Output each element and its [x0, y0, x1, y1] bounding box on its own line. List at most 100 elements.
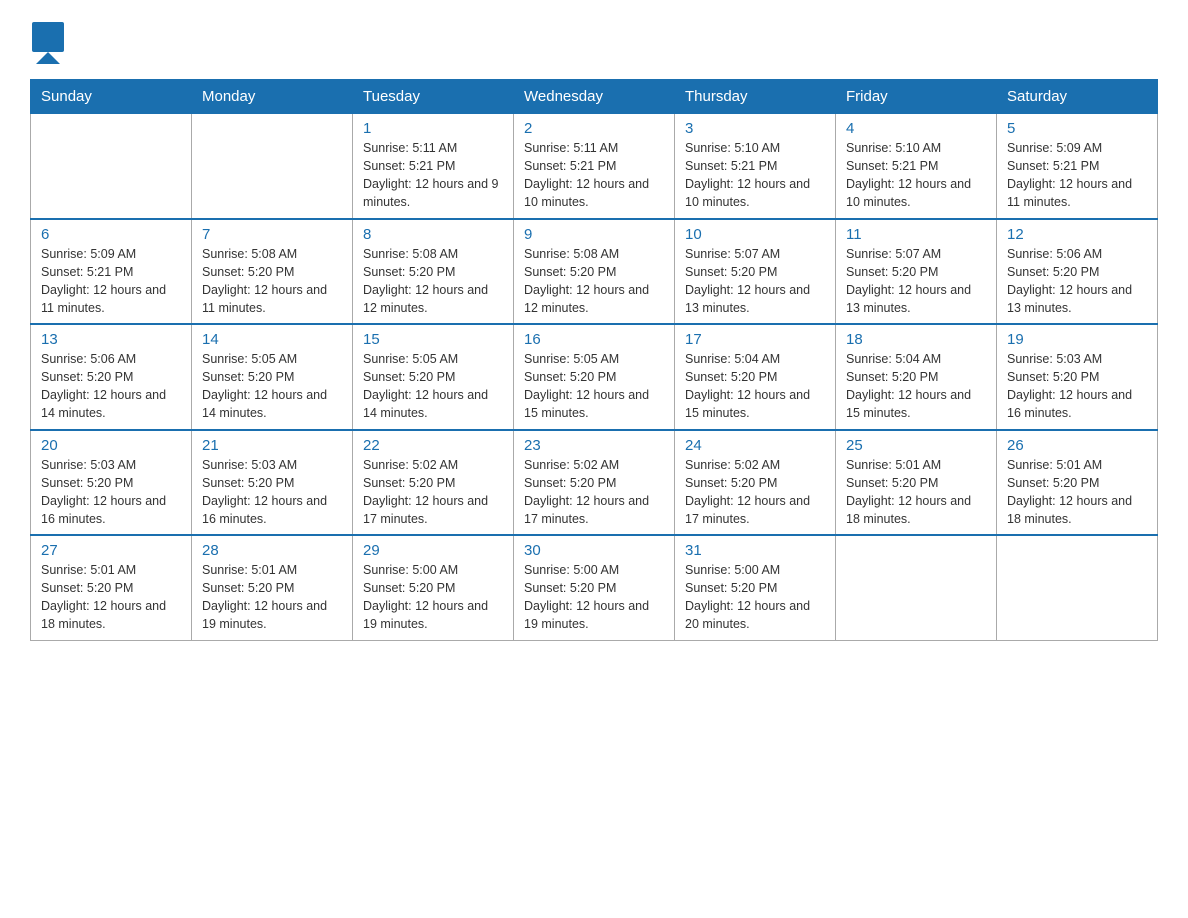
weekday-header-row: SundayMondayTuesdayWednesdayThursdayFrid… [31, 80, 1158, 114]
day-number: 22 [363, 437, 503, 454]
day-number: 8 [363, 226, 503, 243]
day-info: Sunrise: 5:04 AM Sunset: 5:20 PM Dayligh… [685, 352, 810, 420]
calendar-cell: 6 Sunrise: 5:09 AM Sunset: 5:21 PM Daylig… [31, 219, 192, 325]
calendar-cell [836, 535, 997, 640]
calendar-cell: 18Sunrise: 5:04 AM Sunset: 5:20 PM Dayli… [836, 324, 997, 430]
day-info: Sunrise: 5:06 AM Sunset: 5:20 PM Dayligh… [1007, 247, 1132, 315]
day-info: Sunrise: 5:08 AM Sunset: 5:20 PM Dayligh… [363, 247, 488, 315]
day-info: Sunrise: 5:03 AM Sunset: 5:20 PM Dayligh… [1007, 352, 1132, 420]
calendar-cell: 12 Sunrise: 5:06 AM Sunset: 5:20 PM Dayli… [997, 219, 1158, 325]
calendar-cell [31, 114, 192, 219]
day-info: Sunrise: 5:08 AM Sunset: 5:20 PM Dayligh… [202, 247, 327, 315]
calendar-cell: 22 Sunrise: 5:02 AM Sunset: 5:20 PM Dayli… [353, 430, 514, 536]
day-number: 17 [685, 331, 825, 348]
day-info: Sunrise: 5:11 AM Sunset: 5:21 PM Dayligh… [524, 141, 649, 209]
day-info: Sunrise: 5:10 AM Sunset: 5:21 PM Dayligh… [685, 141, 810, 209]
day-number: 23 [524, 437, 664, 454]
day-number: 5 [1007, 120, 1147, 137]
day-number: 24 [685, 437, 825, 454]
calendar-cell: 13 Sunrise: 5:06 AM Sunset: 5:20 PM Dayli… [31, 324, 192, 430]
day-info: Sunrise: 5:01 AM Sunset: 5:20 PM Dayligh… [1007, 458, 1132, 526]
weekday-header-sunday: Sunday [31, 80, 192, 114]
day-number: 4 [846, 120, 986, 137]
calendar-cell: 24 Sunrise: 5:02 AM Sunset: 5:20 PM Dayli… [675, 430, 836, 536]
calendar-cell: 17 Sunrise: 5:04 AM Sunset: 5:20 PM Dayli… [675, 324, 836, 430]
calendar-cell: 28 Sunrise: 5:01 AM Sunset: 5:20 PM Dayli… [192, 535, 353, 640]
calendar-cell: 20 Sunrise: 5:03 AM Sunset: 5:20 PM Dayli… [31, 430, 192, 536]
day-info: Sunrise: 5:03 AM Sunset: 5:20 PM Dayligh… [202, 458, 327, 526]
day-number: 7 [202, 226, 342, 243]
calendar-week-row: 13 Sunrise: 5:06 AM Sunset: 5:20 PM Dayli… [31, 324, 1158, 430]
logo-icon [30, 20, 66, 69]
day-number: 1 [363, 120, 503, 137]
day-info: Sunrise: 5:07 AM Sunset: 5:20 PM Dayligh… [846, 247, 971, 315]
calendar-table: SundayMondayTuesdayWednesdayThursdayFrid… [30, 79, 1158, 641]
day-number: 11 [846, 226, 986, 243]
day-number: 14 [202, 331, 342, 348]
day-info: Sunrise: 5:00 AM Sunset: 5:20 PM Dayligh… [685, 563, 810, 631]
calendar-week-row: 27 Sunrise: 5:01 AM Sunset: 5:20 PM Dayli… [31, 535, 1158, 640]
calendar-cell: 2 Sunrise: 5:11 AM Sunset: 5:21 PM Daylig… [514, 114, 675, 219]
day-info: Sunrise: 5:02 AM Sunset: 5:20 PM Dayligh… [363, 458, 488, 526]
day-number: 21 [202, 437, 342, 454]
weekday-header-thursday: Thursday [675, 80, 836, 114]
calendar-cell [997, 535, 1158, 640]
logo [30, 20, 70, 69]
calendar-cell: 8 Sunrise: 5:08 AM Sunset: 5:20 PM Daylig… [353, 219, 514, 325]
calendar-cell: 25Sunrise: 5:01 AM Sunset: 5:20 PM Dayli… [836, 430, 997, 536]
day-number: 27 [41, 542, 181, 559]
day-info: Sunrise: 5:09 AM Sunset: 5:21 PM Dayligh… [1007, 141, 1132, 209]
day-number: 31 [685, 542, 825, 559]
day-info: Sunrise: 5:01 AM Sunset: 5:20 PM Dayligh… [202, 563, 327, 631]
day-info: Sunrise: 5:05 AM Sunset: 5:20 PM Dayligh… [363, 352, 488, 420]
day-number: 29 [363, 542, 503, 559]
day-info: Sunrise: 5:02 AM Sunset: 5:20 PM Dayligh… [524, 458, 649, 526]
day-number: 16 [524, 331, 664, 348]
calendar-cell: 11 Sunrise: 5:07 AM Sunset: 5:20 PM Dayli… [836, 219, 997, 325]
calendar-cell: 1 Sunrise: 5:11 AM Sunset: 5:21 PM Daylig… [353, 114, 514, 219]
calendar-cell: 5 Sunrise: 5:09 AM Sunset: 5:21 PM Daylig… [997, 114, 1158, 219]
day-info: Sunrise: 5:09 AM Sunset: 5:21 PM Dayligh… [41, 247, 166, 315]
day-info: Sunrise: 5:02 AM Sunset: 5:20 PM Dayligh… [685, 458, 810, 526]
day-number: 12 [1007, 226, 1147, 243]
calendar-cell: 30Sunrise: 5:00 AM Sunset: 5:20 PM Dayli… [514, 535, 675, 640]
calendar-cell: 27 Sunrise: 5:01 AM Sunset: 5:20 PM Dayli… [31, 535, 192, 640]
calendar-week-row: 6 Sunrise: 5:09 AM Sunset: 5:21 PM Daylig… [31, 219, 1158, 325]
day-info: Sunrise: 5:06 AM Sunset: 5:20 PM Dayligh… [41, 352, 166, 420]
day-number: 15 [363, 331, 503, 348]
calendar-week-row: 1 Sunrise: 5:11 AM Sunset: 5:21 PM Daylig… [31, 114, 1158, 219]
day-info: Sunrise: 5:05 AM Sunset: 5:20 PM Dayligh… [524, 352, 649, 420]
day-info: Sunrise: 5:10 AM Sunset: 5:21 PM Dayligh… [846, 141, 971, 209]
calendar-cell [192, 114, 353, 219]
calendar-cell: 14 Sunrise: 5:05 AM Sunset: 5:20 PM Dayli… [192, 324, 353, 430]
calendar-cell: 15 Sunrise: 5:05 AM Sunset: 5:20 PM Dayli… [353, 324, 514, 430]
page-header [30, 20, 1158, 69]
weekday-header-wednesday: Wednesday [514, 80, 675, 114]
day-info: Sunrise: 5:03 AM Sunset: 5:20 PM Dayligh… [41, 458, 166, 526]
day-number: 19 [1007, 331, 1147, 348]
weekday-header-tuesday: Tuesday [353, 80, 514, 114]
day-number: 2 [524, 120, 664, 137]
day-number: 20 [41, 437, 181, 454]
day-info: Sunrise: 5:05 AM Sunset: 5:20 PM Dayligh… [202, 352, 327, 420]
day-info: Sunrise: 5:00 AM Sunset: 5:20 PM Dayligh… [524, 563, 649, 631]
day-number: 6 [41, 226, 181, 243]
weekday-header-monday: Monday [192, 80, 353, 114]
calendar-cell: 10 Sunrise: 5:07 AM Sunset: 5:20 PM Dayli… [675, 219, 836, 325]
day-number: 26 [1007, 437, 1147, 454]
calendar-cell: 7 Sunrise: 5:08 AM Sunset: 5:20 PM Daylig… [192, 219, 353, 325]
day-number: 28 [202, 542, 342, 559]
day-number: 25 [846, 437, 986, 454]
day-info: Sunrise: 5:01 AM Sunset: 5:20 PM Dayligh… [41, 563, 166, 631]
calendar-cell: 26 Sunrise: 5:01 AM Sunset: 5:20 PM Dayli… [997, 430, 1158, 536]
day-number: 13 [41, 331, 181, 348]
calendar-cell: 9 Sunrise: 5:08 AM Sunset: 5:20 PM Daylig… [514, 219, 675, 325]
day-number: 9 [524, 226, 664, 243]
day-number: 10 [685, 226, 825, 243]
day-info: Sunrise: 5:07 AM Sunset: 5:20 PM Dayligh… [685, 247, 810, 315]
calendar-cell: 16 Sunrise: 5:05 AM Sunset: 5:20 PM Dayli… [514, 324, 675, 430]
calendar-week-row: 20 Sunrise: 5:03 AM Sunset: 5:20 PM Dayli… [31, 430, 1158, 536]
day-info: Sunrise: 5:08 AM Sunset: 5:20 PM Dayligh… [524, 247, 649, 315]
day-info: Sunrise: 5:11 AM Sunset: 5:21 PM Dayligh… [363, 141, 499, 209]
calendar-cell: 23 Sunrise: 5:02 AM Sunset: 5:20 PM Dayli… [514, 430, 675, 536]
